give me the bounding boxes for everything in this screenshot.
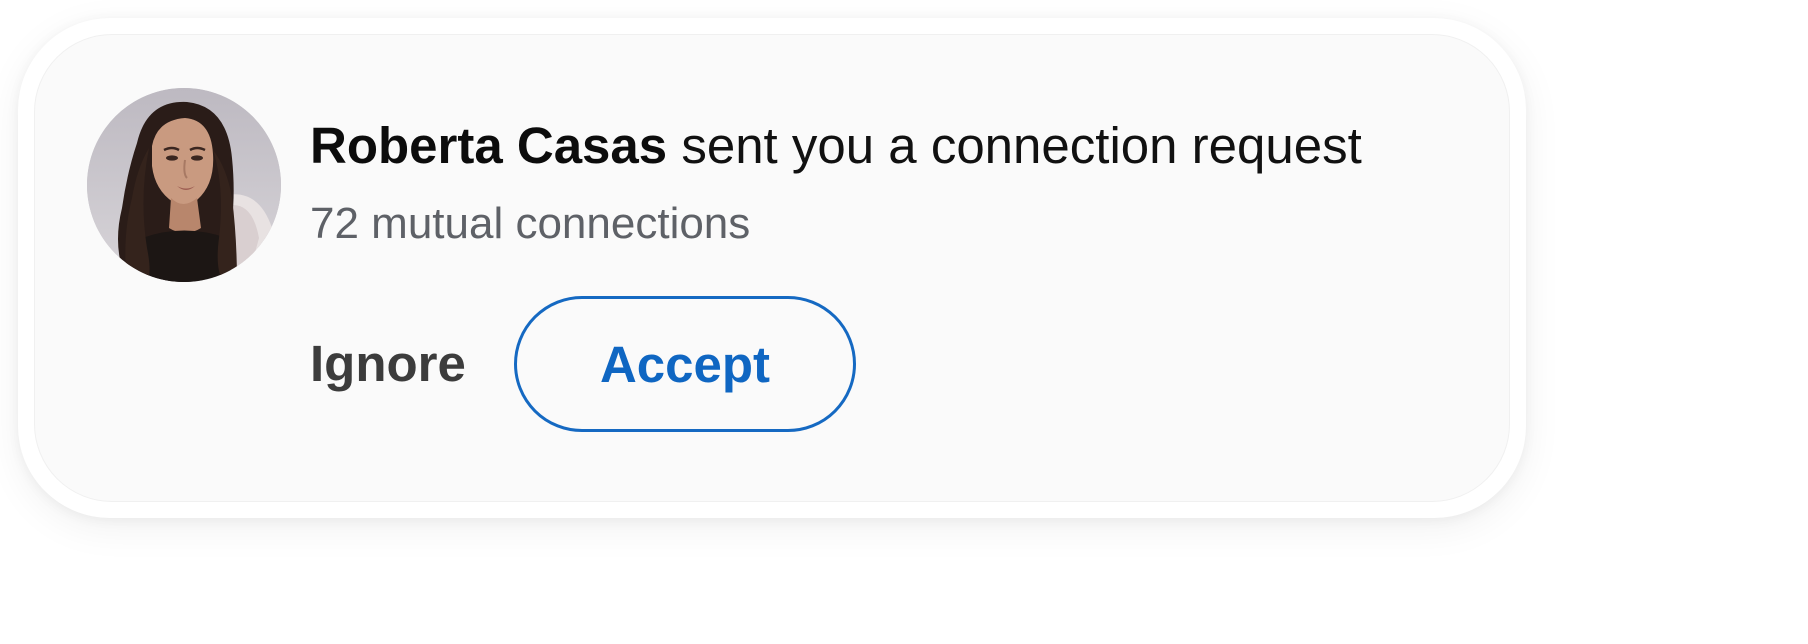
request-text: sent you a connection request bbox=[667, 117, 1362, 174]
avatar[interactable] bbox=[87, 88, 281, 282]
sender-name[interactable]: Roberta Casas bbox=[310, 117, 667, 174]
request-message: Roberta Casas sent you a connection requ… bbox=[310, 116, 1362, 176]
mutual-connections-count[interactable]: 72 mutual connections bbox=[310, 196, 750, 252]
ignore-button[interactable]: Ignore bbox=[296, 326, 480, 402]
profile-photo-icon bbox=[87, 88, 281, 282]
accept-button[interactable]: Accept bbox=[514, 296, 856, 432]
